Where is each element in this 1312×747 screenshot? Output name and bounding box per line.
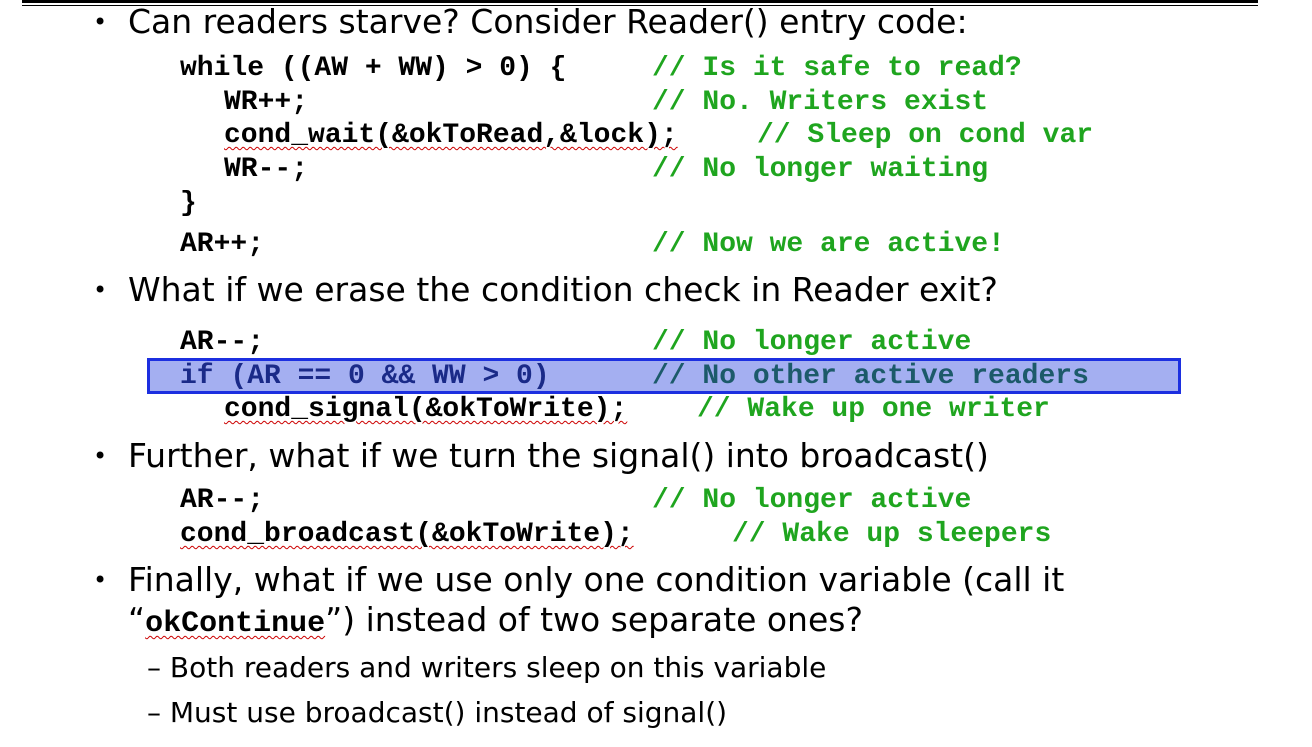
code-comment: // Now we are active!: [652, 229, 1005, 260]
bullet-one-condition-variable-cont: “okContinue”) instead of two separate on…: [128, 600, 863, 644]
bullet-readers-starve: Can readers starve? Consider Reader() en…: [128, 2, 968, 41]
code-comment: // Sleep on cond var: [757, 120, 1094, 151]
bullet-text: ”) instead of two separate ones?: [325, 600, 863, 639]
code-line: AR++;: [180, 229, 265, 260]
code-line: while ((AW + WW) > 0) {: [180, 53, 567, 84]
code-comment: // Wake up one writer: [697, 394, 1050, 425]
code-comment: // Is it safe to read?: [652, 53, 1022, 84]
code-comment: // No. Writers exist: [652, 87, 989, 118]
code-line: AR--;: [180, 485, 265, 516]
bullet-dot: •: [93, 276, 108, 304]
bullet-one-condition-variable: Finally, what if we use only one conditi…: [128, 560, 1065, 599]
subbullet-readers-writers-sleep: – Both readers and writers sleep on this…: [147, 651, 827, 684]
code-line: cond_signal(&okToWrite);: [224, 394, 628, 425]
code-line: }: [180, 188, 197, 219]
code-comment-highlighted: // No other active readers: [652, 361, 1089, 392]
bullet-dot: •: [93, 442, 108, 470]
bullet-erase-condition: What if we erase the condition check in …: [128, 270, 998, 309]
code-line: AR--;: [180, 327, 265, 358]
code-line: WR++;: [224, 87, 309, 118]
code-comment: // No longer active: [652, 327, 972, 358]
code-comment: // No longer waiting: [652, 154, 989, 185]
code-line: cond_wait(&okToRead,&lock);: [224, 120, 678, 151]
inline-code-okcontinue: okContinue: [145, 607, 326, 641]
code-comment: // No longer active: [652, 485, 972, 516]
bullet-broadcast: Further, what if we turn the signal() in…: [128, 436, 989, 475]
code-line: cond_broadcast(&okToWrite);: [180, 519, 634, 550]
quote-open: “: [128, 600, 146, 639]
code-line: WR--;: [224, 154, 309, 185]
code-comment: // Wake up sleepers: [732, 519, 1052, 550]
subbullet-use-broadcast: – Must use broadcast() instead of signal…: [147, 696, 728, 729]
bullet-dot: •: [93, 566, 108, 594]
bullet-dot: •: [93, 8, 108, 36]
code-line-highlighted: if (AR == 0 && WW > 0): [180, 361, 550, 392]
